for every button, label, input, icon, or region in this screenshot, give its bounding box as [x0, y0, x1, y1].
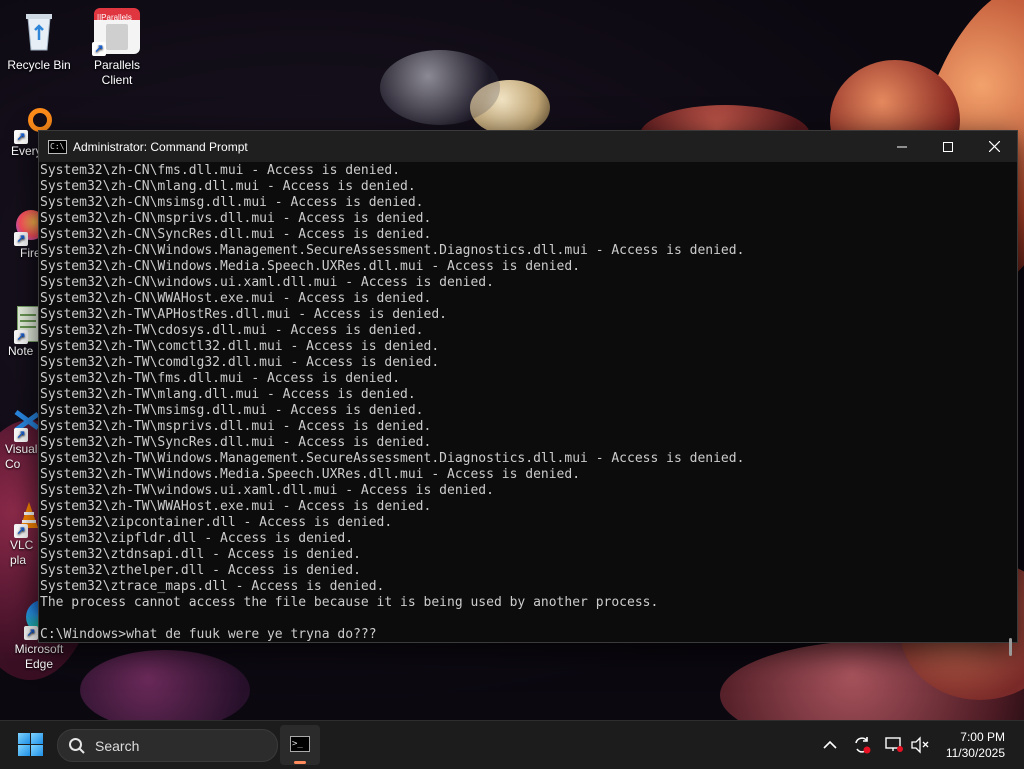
console-line: System32\zh-CN\WWAHost.exe.mui - Access … — [40, 291, 432, 306]
window-titlebar[interactable]: C:\ Administrator: Command Prompt — [39, 131, 1017, 162]
chevron-up-icon — [823, 740, 837, 749]
desktop-icon-notepad[interactable]: ↗ Note — [0, 306, 41, 359]
taskbar-clock[interactable]: 7:00 PM 11/30/2025 — [946, 729, 1005, 761]
desktop-icon-label: Note — [8, 344, 34, 358]
console-line: System32\zh-CN\msprivs.dll.mui - Access … — [40, 211, 432, 226]
clock-time: 7:00 PM — [960, 730, 1005, 744]
console-line: System32\ztdnsapi.dll - Access is denied… — [40, 547, 361, 562]
console-line: System32\ztrace_maps.dll - Access is den… — [40, 579, 385, 594]
console-line: System32\zh-CN\mlang.dll.mui - Access is… — [40, 179, 416, 194]
everything-icon: ↗ — [0, 106, 52, 144]
start-button[interactable] — [18, 733, 44, 757]
shortcut-arrow-icon: ↗ — [14, 130, 28, 144]
desktop-icon-label: Visual Co — [5, 442, 38, 471]
console-line: System32\zthelper.dll - Access is denied… — [40, 563, 361, 578]
console-line: System32\zh-CN\Windows.Management.Secure… — [40, 243, 745, 258]
firefox-icon: ↗ — [0, 208, 46, 246]
console-line: System32\zh-CN\fms.dll.mui - Access is d… — [40, 163, 401, 178]
network-icon — [885, 737, 903, 752]
console-line: System32\zh-TW\WWAHost.exe.mui - Access … — [40, 499, 432, 514]
taskbar-search-box[interactable]: Search — [57, 729, 278, 762]
command-prompt-window[interactable]: C:\ Administrator: Command Prompt System… — [38, 130, 1018, 656]
console-line: System32\zh-TW\comctl32.dll.mui - Access… — [40, 339, 440, 354]
desktop-icon-label: Parallels Client — [93, 58, 141, 87]
console-line: C:\Windows>what de fuuk were ye tryna do… — [40, 627, 377, 642]
window-title: Administrator: Command Prompt — [73, 139, 248, 154]
sync-icon — [855, 737, 871, 754]
minimize-icon — [897, 146, 907, 147]
console-output[interactable]: System32\zh-CN\fms.dll.mui - Access is d… — [39, 163, 1003, 642]
clock-date: 11/30/2025 — [945, 746, 1005, 760]
maximize-icon — [943, 141, 953, 152]
minimize-button[interactable] — [879, 131, 925, 162]
console-line: System32\zh-TW\mlang.dll.mui - Access is… — [40, 387, 416, 402]
shortcut-arrow-icon: ↗ — [14, 330, 28, 344]
console-line: System32\zh-TW\comdlg32.dll.mui - Access… — [40, 355, 440, 370]
console-line: System32\zh-TW\windows.ui.xaml.dll.mui -… — [40, 483, 494, 498]
command-prompt-icon: C:\ — [48, 139, 67, 154]
console-line: System32\zipcontainer.dll - Access is de… — [40, 515, 393, 530]
maximize-button[interactable] — [925, 131, 971, 162]
console-line: System32\zh-CN\SyncRes.dll.mui - Access … — [40, 227, 432, 242]
console-line: System32\zh-TW\SyncRes.dll.mui - Access … — [40, 435, 432, 450]
desktop-icon-label: Every — [11, 144, 42, 158]
desktop-icon-label: Fire — [20, 246, 41, 260]
scrollbar-thumb[interactable] — [1009, 638, 1012, 656]
search-placeholder: Search — [95, 737, 140, 754]
vscode-icon: ↗ — [0, 404, 40, 442]
taskbar-command-prompt-button[interactable]: >_ — [280, 725, 320, 765]
console-line: System32\zh-TW\Windows.Media.Speech.UXRe… — [40, 467, 581, 482]
taskbar: Search >_ 7:00 PM 11/30/2025 — [0, 720, 1024, 769]
network-button[interactable] — [882, 721, 906, 769]
vlc-icon: ↗ — [0, 500, 40, 538]
search-icon — [69, 737, 85, 754]
console-line: System32\zh-CN\msimsg.dll.mui - Access i… — [40, 195, 424, 210]
volume-muted-icon — [911, 736, 929, 754]
close-button[interactable] — [971, 131, 1017, 162]
active-window-indicator — [294, 761, 306, 764]
desktop-icon-firefox[interactable]: ↗ Fire — [0, 208, 46, 261]
shortcut-arrow-icon: ↗ — [14, 524, 28, 538]
volume-button[interactable] — [908, 721, 932, 769]
vertical-scrollbar[interactable] — [1003, 163, 1017, 656]
command-prompt-icon: >_ — [290, 736, 310, 752]
shortcut-arrow-icon: ↗ — [24, 626, 38, 640]
wallpaper-shape — [380, 50, 500, 125]
desktop-icon-vlc[interactable]: ↗ VLC pla — [0, 500, 40, 568]
console-line: System32\zh-TW\cdosys.dll.mui - Access i… — [40, 323, 424, 338]
recycle-bin-icon — [16, 8, 62, 54]
console-line: System32\zh-TW\fms.dll.mui - Access is d… — [40, 371, 401, 386]
desktop-icon-everything[interactable]: ↗ Every — [0, 106, 52, 159]
desktop-icon-label: Recycle Bin — [7, 58, 71, 72]
console-line: System32\zh-TW\msimsg.dll.mui - Access i… — [40, 403, 424, 418]
shortcut-arrow-icon: ↗ — [14, 428, 28, 442]
desktop-icon-recycle-bin[interactable]: Recycle Bin — [1, 8, 77, 73]
console-line: System32\zh-TW\Windows.Management.Secure… — [40, 451, 745, 466]
sync-status-button[interactable] — [850, 721, 874, 769]
close-icon — [988, 141, 1000, 152]
show-hidden-icons-button[interactable] — [818, 721, 842, 769]
console-line: The process cannot access the file becau… — [40, 595, 659, 610]
parallels-client-icon: ||Parallels ↗ — [92, 8, 140, 56]
console-line: System32\zh-TW\msprivs.dll.mui - Access … — [40, 419, 432, 434]
desktop-icon-parallels-client[interactable]: ||Parallels ↗ Parallels Client — [79, 8, 155, 88]
desktop-icon-vscode[interactable]: ↗ Visual Co — [0, 404, 40, 472]
shortcut-arrow-icon: ↗ — [14, 232, 28, 246]
shortcut-arrow-icon: ↗ — [92, 42, 106, 56]
console-line: System32\zh-CN\windows.ui.xaml.dll.mui -… — [40, 275, 494, 290]
console-line: System32\zh-TW\APHostRes.dll.mui - Acces… — [40, 307, 447, 322]
wallpaper-shape — [80, 650, 250, 720]
desktop-icon-label: VLC pla — [10, 538, 34, 567]
windows-logo-icon — [18, 733, 30, 744]
console-line: System32\zipfldr.dll - Access is denied. — [40, 531, 354, 546]
notepad-icon: ↗ — [0, 306, 41, 344]
desktop-icon-label: Microsoft Edge — [14, 642, 64, 671]
console-line: System32\zh-CN\Windows.Media.Speech.UXRe… — [40, 259, 581, 274]
